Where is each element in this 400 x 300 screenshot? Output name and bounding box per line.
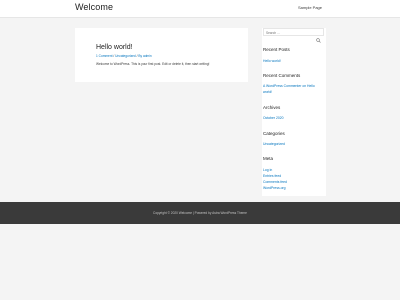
meta-link-wordpress-org[interactable]: WordPress.org (263, 186, 286, 190)
recent-comments-title: Recent Comments (263, 73, 301, 78)
post-title[interactable]: Hello world! (96, 44, 133, 51)
recent-comment-link-cont[interactable]: world! (263, 90, 272, 94)
site-title[interactable]: Welcome (75, 2, 113, 12)
meta-title: Meta (263, 156, 274, 161)
post-category-link[interactable]: Uncategorized (115, 54, 136, 58)
meta-link-login[interactable]: Log in (263, 168, 272, 172)
meta-link-comments-feed[interactable]: Comments feed (263, 180, 287, 184)
post-meta: 1 Comment / Uncategorized / By admin (96, 54, 152, 58)
archives-title: Archives (263, 105, 281, 110)
meta-link-entries-feed[interactable]: Entries feed (263, 174, 281, 178)
nav-item-sample-page[interactable]: Sample Page (298, 5, 322, 10)
categories-title: Categories (263, 131, 285, 136)
footer-copyright: Copyright © 2020 Welcome | Powered by As… (153, 211, 247, 215)
category-link[interactable]: Uncategorized (263, 142, 285, 146)
search-icon[interactable] (316, 30, 321, 43)
site-footer: Copyright © 2020 Welcome | Powered by As… (0, 202, 400, 224)
archive-link[interactable]: October 2020 (263, 116, 284, 120)
sidebar: Recent Posts Hello world! Recent Comment… (262, 28, 326, 196)
search-box (263, 28, 324, 43)
recent-posts-title: Recent Posts (263, 47, 290, 52)
post-author-link[interactable]: By admin (138, 54, 151, 58)
site-header: Welcome Sample Page (0, 0, 400, 18)
search-input[interactable] (266, 30, 316, 35)
post-excerpt: Welcome to WordPress. This is your first… (96, 62, 210, 66)
post-card: Hello world! 1 Comment / Uncategorized /… (75, 28, 248, 82)
recent-comment-link[interactable]: A WordPress Commenter on Hello (263, 84, 315, 88)
post-comments-link[interactable]: 1 Comment (96, 54, 112, 58)
recent-post-link[interactable]: Hello world! (263, 59, 281, 63)
